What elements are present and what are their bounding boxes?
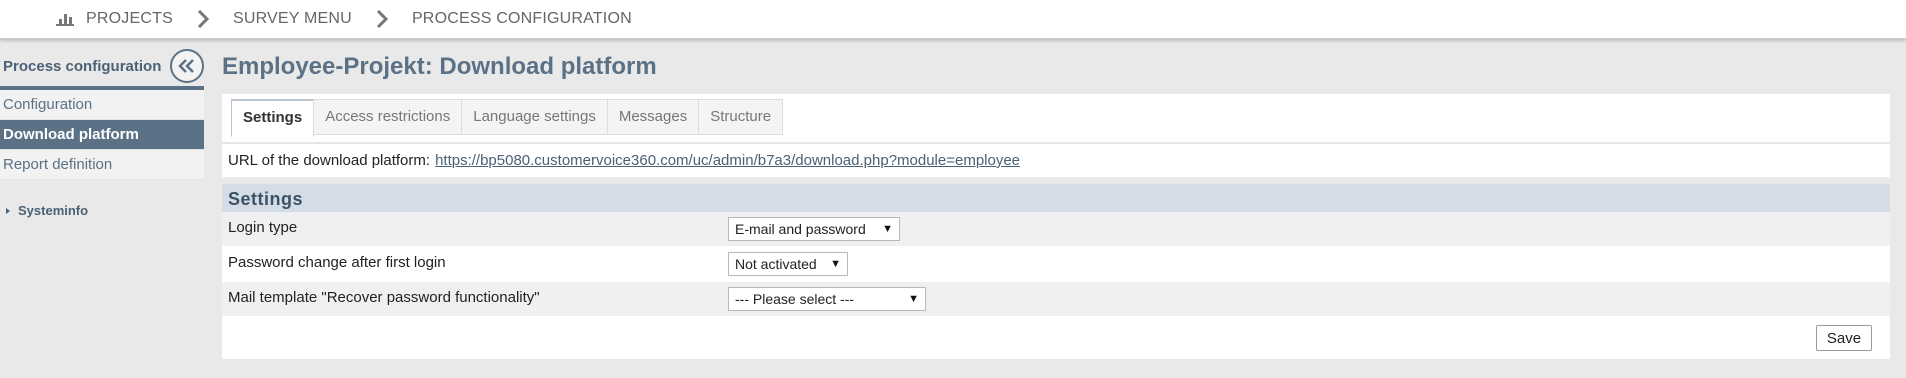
sidebar-item-report-definition[interactable]: Report definition <box>0 150 204 180</box>
setting-row-mail-template: Mail template "Recover password function… <box>222 282 1890 317</box>
sidebar-item-download-platform[interactable]: Download platform <box>0 120 204 150</box>
breadcrumb-process-configuration[interactable]: PROCESS CONFIGURATION <box>412 0 632 38</box>
password-change-select[interactable]: Not activated ▼ <box>728 252 848 276</box>
mail-template-select[interactable]: --- Please select --- ▼ <box>728 287 926 311</box>
systeminfo-label: Systeminfo <box>18 203 89 218</box>
breadcrumb-survey-menu[interactable]: SURVEY MENU <box>233 0 352 38</box>
save-button[interactable]: Save <box>1816 325 1872 351</box>
tab-messages[interactable]: Messages <box>606 99 700 135</box>
mail-template-label: Mail template "Recover password function… <box>228 289 540 306</box>
settings-panel: Settings Login type E-mail and password … <box>222 184 1890 359</box>
login-type-label: Login type <box>228 219 298 236</box>
breadcrumb: PROJECTS SURVEY MENU PROCESS CONFIGURATI… <box>0 0 1906 39</box>
double-chevron-left-icon <box>178 59 194 73</box>
collapse-sidebar-button[interactable] <box>170 49 204 83</box>
sidebar-header: Process configuration <box>0 46 204 86</box>
tabs-panel: Settings Access restrictions Language se… <box>222 94 1890 142</box>
breadcrumb-projects[interactable]: PROJECTS <box>86 0 173 38</box>
sidebar-item-configuration[interactable]: Configuration <box>0 90 204 120</box>
dropdown-arrow-icon: ▼ <box>882 223 893 235</box>
chevron-right-icon <box>197 9 211 29</box>
tab-access-restrictions[interactable]: Access restrictions <box>313 99 463 135</box>
download-url-link[interactable]: https://bp5080.customervoice360.com/uc/a… <box>435 152 1020 169</box>
settings-heading: Settings <box>222 184 1890 212</box>
caret-right-icon <box>6 207 10 214</box>
bar-chart-icon <box>56 11 74 27</box>
tab-settings[interactable]: Settings <box>231 99 315 137</box>
login-type-value: E-mail and password <box>735 221 866 237</box>
sidebar: Process configuration Configuration Down… <box>0 46 204 218</box>
sidebar-systeminfo-toggle[interactable]: Systeminfo <box>0 203 204 218</box>
sidebar-title: Process configuration <box>3 57 162 75</box>
setting-row-password-change: Password change after first login Not ac… <box>222 247 1890 282</box>
dropdown-arrow-icon: ▼ <box>830 258 841 270</box>
page-title: Employee-Projekt: Download platform <box>222 53 657 80</box>
tab-structure[interactable]: Structure <box>698 99 784 135</box>
login-type-select[interactable]: E-mail and password ▼ <box>728 217 900 241</box>
tab-bar: Settings Access restrictions Language se… <box>231 99 784 137</box>
mail-template-value: --- Please select --- <box>735 291 855 307</box>
dropdown-arrow-icon: ▼ <box>908 293 919 305</box>
password-change-value: Not activated <box>735 256 817 272</box>
chevron-right-icon <box>376 9 390 29</box>
password-change-label: Password change after first login <box>228 254 446 271</box>
settings-footer: Save <box>222 317 1890 359</box>
download-url-row: URL of the download platform: https://bp… <box>222 143 1890 177</box>
download-url-label: URL of the download platform: <box>228 152 431 169</box>
setting-row-login-type: Login type E-mail and password ▼ <box>222 212 1890 247</box>
tab-language-settings[interactable]: Language settings <box>461 99 608 135</box>
